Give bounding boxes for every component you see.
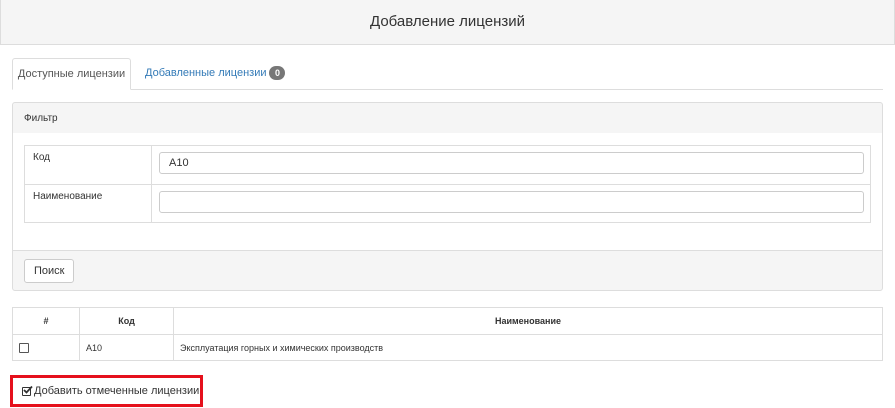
filter-panel: Фильтр Код Наименование Поиск xyxy=(12,102,883,291)
filter-row-code: Код xyxy=(25,146,870,185)
row-code: A10 xyxy=(80,335,174,361)
tab-label: Доступные лицензии xyxy=(17,68,126,80)
column-header-code: Код xyxy=(80,308,174,334)
name-input[interactable] xyxy=(159,191,864,213)
table-row: A10 Эксплуатация горных и химических про… xyxy=(13,335,882,361)
column-header-name: Наименование xyxy=(494,316,562,326)
name-label: Наименование xyxy=(25,185,152,223)
filter-table: Код Наименование xyxy=(24,145,871,223)
row-checkbox[interactable] xyxy=(19,343,29,353)
tab-added-licenses[interactable]: Добавленные лицензии 0 xyxy=(145,58,286,88)
search-button[interactable]: Поиск xyxy=(24,259,75,283)
filter-row-name: Наименование xyxy=(25,185,870,223)
table-header: # Код Наименование xyxy=(13,308,882,335)
code-label: Код xyxy=(25,146,152,184)
column-header-number: # xyxy=(13,308,80,334)
tab-label: Добавленные лицензии xyxy=(145,67,267,79)
filter-body: Код Наименование xyxy=(13,133,882,251)
add-button-label: Добавить отмеченные лицензии xyxy=(34,385,200,397)
row-name: Эксплуатация горных и химических произво… xyxy=(180,343,384,353)
page-title: Добавление лицензий xyxy=(370,12,525,30)
tab-available-licenses[interactable]: Доступные лицензии xyxy=(12,58,131,90)
count-badge: 0 xyxy=(269,66,286,80)
check-square-icon xyxy=(22,385,33,396)
dialog-header: Добавление лицензий xyxy=(0,0,895,45)
results-table: # Код Наименование A10 Эксплуатация горн… xyxy=(12,307,883,361)
add-checked-licenses-button[interactable]: Добавить отмеченные лицензии xyxy=(10,375,203,407)
tab-bar: Доступные лицензии Добавленные лицензии … xyxy=(12,58,883,90)
filter-heading: Фильтр xyxy=(13,103,882,134)
code-input[interactable] xyxy=(159,152,864,174)
row-select-cell xyxy=(13,335,80,361)
